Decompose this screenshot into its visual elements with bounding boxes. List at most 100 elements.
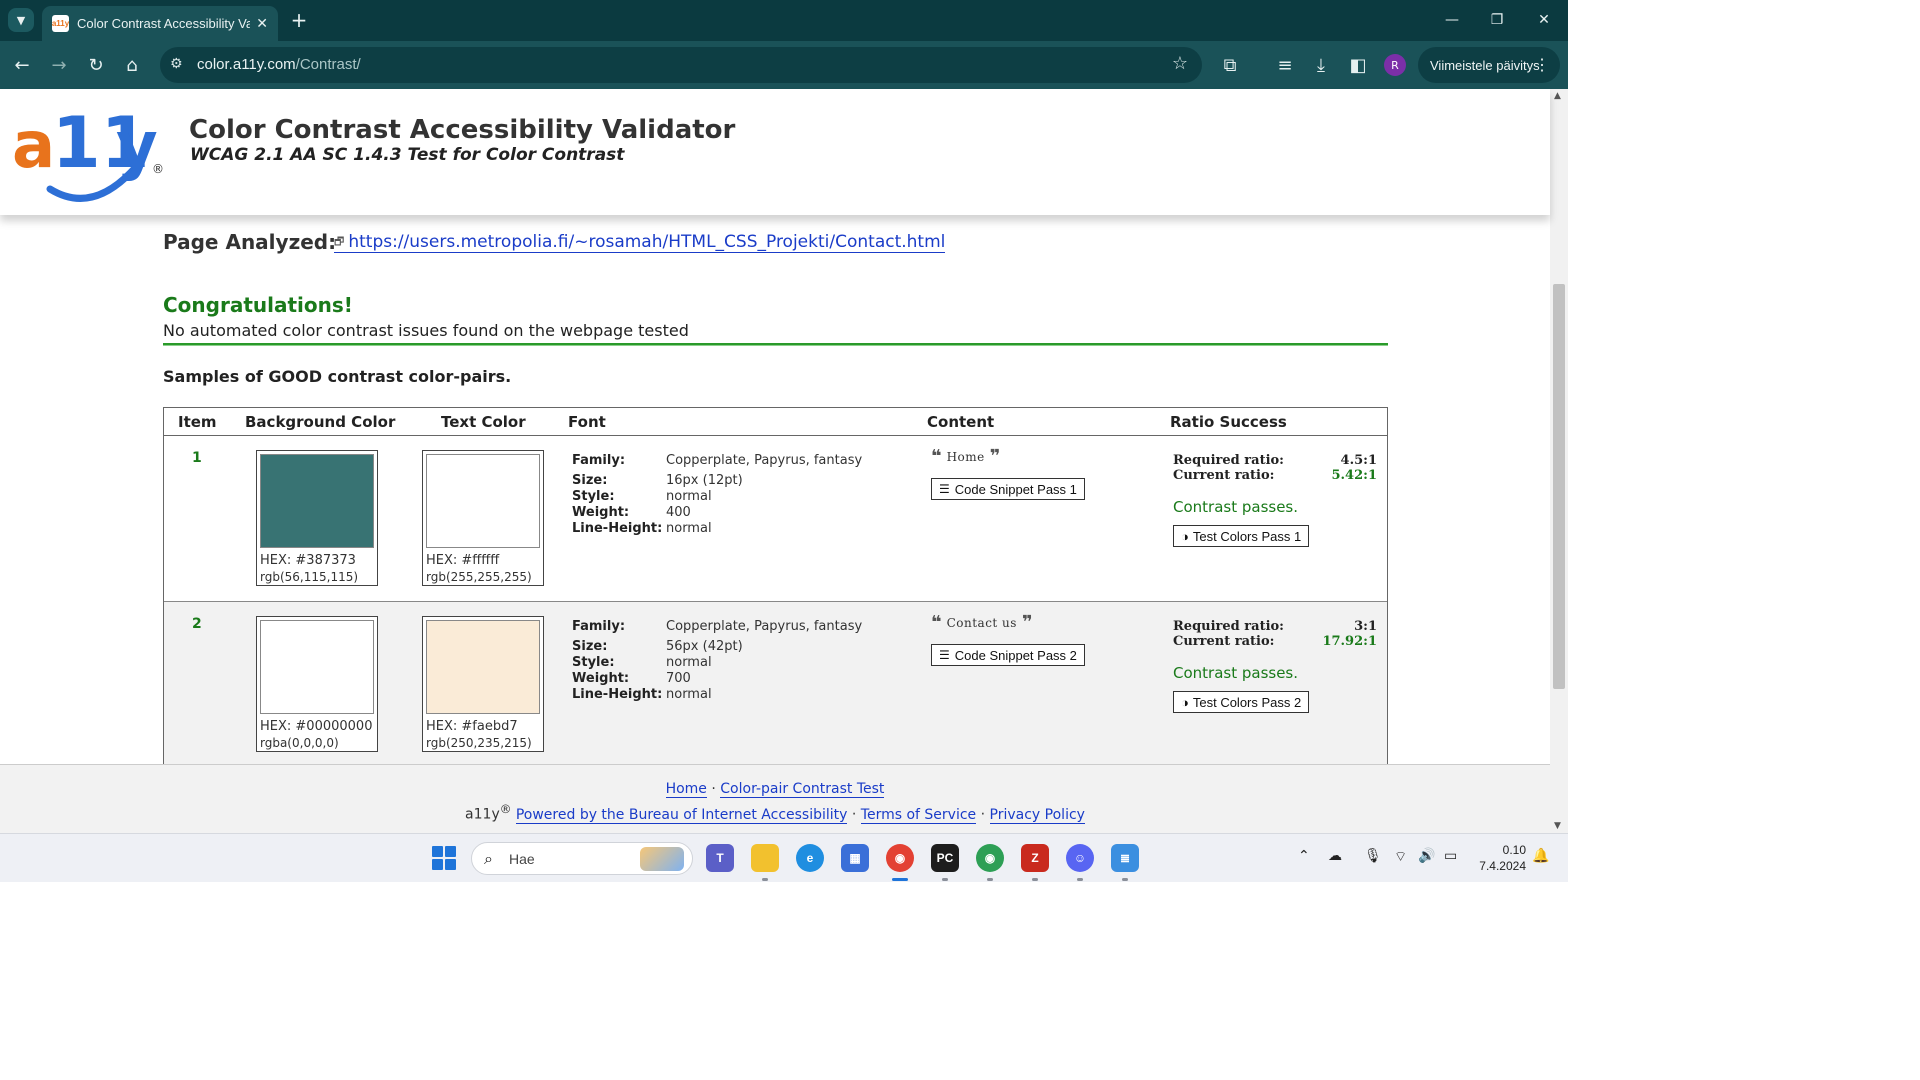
font-weight-value: 700 [666,671,691,686]
edge-icon[interactable]: e [796,844,824,872]
line-height-value: normal [666,521,712,536]
side-panel-icon[interactable]: ◧ [1344,51,1372,79]
address-bar[interactable]: ⚙ color.a11y.com/Contrast/ ☆ [160,47,1202,83]
reload-icon[interactable]: ↻ [82,51,110,79]
tab-search-chevron-down-icon[interactable]: ▼ [8,8,34,32]
footer-legal: a11y® Powered by the Bureau of Internet … [0,802,1550,824]
background-swatch: HEX: #00000000 rgba(0,0,0,0) [256,616,378,752]
content-sample: ❝ Contact us ❞ [931,612,1033,633]
swatch-color [260,620,374,714]
discord-icon[interactable]: ☺ [1066,844,1094,872]
downloads-download-icon[interactable]: ⤓ [1307,51,1335,79]
filezilla-icon[interactable]: Z [1021,844,1049,872]
teams-icon[interactable]: T [706,844,734,872]
code-snippet-button[interactable]: ☰ Code Snippet Pass 2 [931,644,1085,666]
taskbar-clock[interactable]: 0.10 7.4.2024 [1474,842,1526,874]
extensions-puzzle-icon[interactable]: ⧉ [1216,51,1244,79]
quote-open-icon: ❝ [931,612,942,633]
lines-icon: ☰ [939,482,950,496]
table-header: Item Background Color Text Color Font Co… [164,408,1387,436]
address-url[interactable]: color.a11y.com/Contrast/ [197,56,361,73]
svg-text:a: a [12,109,55,183]
microsoft-store-icon[interactable]: ▦ [841,844,869,872]
wifi-icon[interactable]: ⌔ [1394,848,1407,866]
start-windows-icon[interactable] [432,846,456,870]
font-family-value: Copperplate, Papyrus, fantasy [666,619,863,634]
running-indicator [1122,878,1128,881]
a11y-logo[interactable]: a 11 y ® [12,97,172,207]
swatch-color [426,620,540,714]
swatch-color [426,454,540,548]
table-row: 1 HEX: #387373 rgb(56,115,115) HEX: #fff… [164,436,1387,602]
footer-color-pair-link[interactable]: Color-pair Contrast Test [720,781,885,798]
site-info-tune-icon[interactable]: ⚙ [170,56,183,72]
footer-home-link[interactable]: Home [665,781,707,798]
lines-icon: ☰ [939,648,950,662]
page-subtitle: WCAG 2.1 AA SC 1.4.3 Test for Color Cont… [190,145,625,165]
media-queue-icon[interactable]: ≡ [1271,51,1299,79]
footer-powered-link[interactable]: Powered by the Bureau of Internet Access… [515,806,848,824]
chrome-profile-icon[interactable]: ◉ [976,844,1004,872]
text-swatch: HEX: #ffffff rgb(255,255,255) [422,450,544,586]
item-number: 1 [192,450,202,466]
search-highlight-image [640,847,684,871]
clock-time: 0.10 [1502,843,1526,857]
page-title: Color Contrast Accessibility Validator [189,115,736,145]
test-colors-button[interactable]: ◑ Test Colors Pass 2 [1173,691,1310,713]
external-window-icon: 🗗 [334,234,345,248]
clock-date: 7.4.2024 [1479,859,1526,873]
half-circle-icon: ◑ [1181,528,1189,544]
battery-icon[interactable]: ▭ [1444,848,1457,864]
new-tab-plus-icon[interactable]: + [288,8,310,32]
test-colors-button[interactable]: ◑ Test Colors Pass 1 [1173,525,1310,547]
notification-bell-icon[interactable]: 🔔 [1532,848,1549,864]
th-font: Font [568,413,606,431]
home-icon[interactable]: ⌂ [118,51,146,79]
th-text-color: Text Color [441,413,526,431]
test-colors-label: Test Colors Pass 1 [1192,528,1302,544]
volume-icon[interactable]: 🔊 [1418,848,1435,864]
footer-privacy-link[interactable]: Privacy Policy [989,806,1085,824]
chrome-icon[interactable]: ◉ [886,844,914,872]
scroll-down-icon[interactable]: ▼ [1554,821,1561,831]
swatch-rgb: rgb(255,255,255) [426,570,532,584]
font-family-label: Family: [572,619,626,634]
window-close-icon[interactable]: ✕ [1524,6,1564,34]
search-icon: ⌕ [484,849,493,868]
swatch-hex: HEX: #387373 [260,553,356,568]
restore-icon[interactable]: ❐ [1477,6,1517,34]
samples-heading: Samples of GOOD contrast color-pairs. [163,367,512,386]
bookmark-star-icon[interactable]: ☆ [1172,53,1188,74]
code-snippet-label: Code Snippet Pass 2 [954,647,1077,663]
site-header: a 11 y ® Color Contrast Accessibility Va… [0,89,1550,215]
file-explorer-icon[interactable] [751,844,779,872]
profile-avatar[interactable]: R [1384,54,1406,76]
forward-arrow-right-icon[interactable]: → [45,51,73,79]
scroll-up-icon[interactable]: ▲ [1554,91,1561,101]
page-scrollbar[interactable]: ▲ ▼ [1550,89,1568,833]
pycharm-icon[interactable]: PC [931,844,959,872]
analyzed-page-link[interactable]: 🗗 https://users.metropolia.fi/~rosamah/H… [334,232,946,253]
footer-terms-link[interactable]: Terms of Service [860,806,977,824]
th-item: Item [178,413,217,431]
tab-title: Color Contrast Accessibility Vali [77,16,251,31]
onedrive-icon[interactable]: ☁ [1328,848,1342,864]
required-ratio-label: Required ratio: [1173,453,1284,468]
notepad-icon[interactable]: ≣ [1111,844,1139,872]
text-swatch: HEX: #faebd7 rgb(250,235,215) [422,616,544,752]
site-favicon-icon: a11y [52,15,69,32]
minimize-icon[interactable]: — [1432,6,1472,34]
half-circle-icon: ◑ [1181,694,1189,710]
scrollbar-thumb[interactable] [1553,284,1565,689]
back-arrow-left-icon[interactable]: ← [8,51,36,79]
font-size-label: Size: [572,473,608,488]
tray-chevron-up-icon[interactable]: ⌃ [1298,848,1310,864]
update-button[interactable]: Viimeistele päivitys ⋮ [1418,47,1560,83]
menu-kebab-icon[interactable]: ⋮ [1534,55,1550,75]
item-number: 2 [192,616,202,632]
browser-tab[interactable]: a11y Color Contrast Accessibility Vali ✕ [42,6,278,41]
taskbar-search[interactable]: ⌕ Hae [471,842,693,875]
code-snippet-button[interactable]: ☰ Code Snippet Pass 1 [931,478,1085,500]
tab-close-icon[interactable]: ✕ [256,16,268,32]
microphone-icon[interactable]: 🎙 [1364,848,1382,864]
